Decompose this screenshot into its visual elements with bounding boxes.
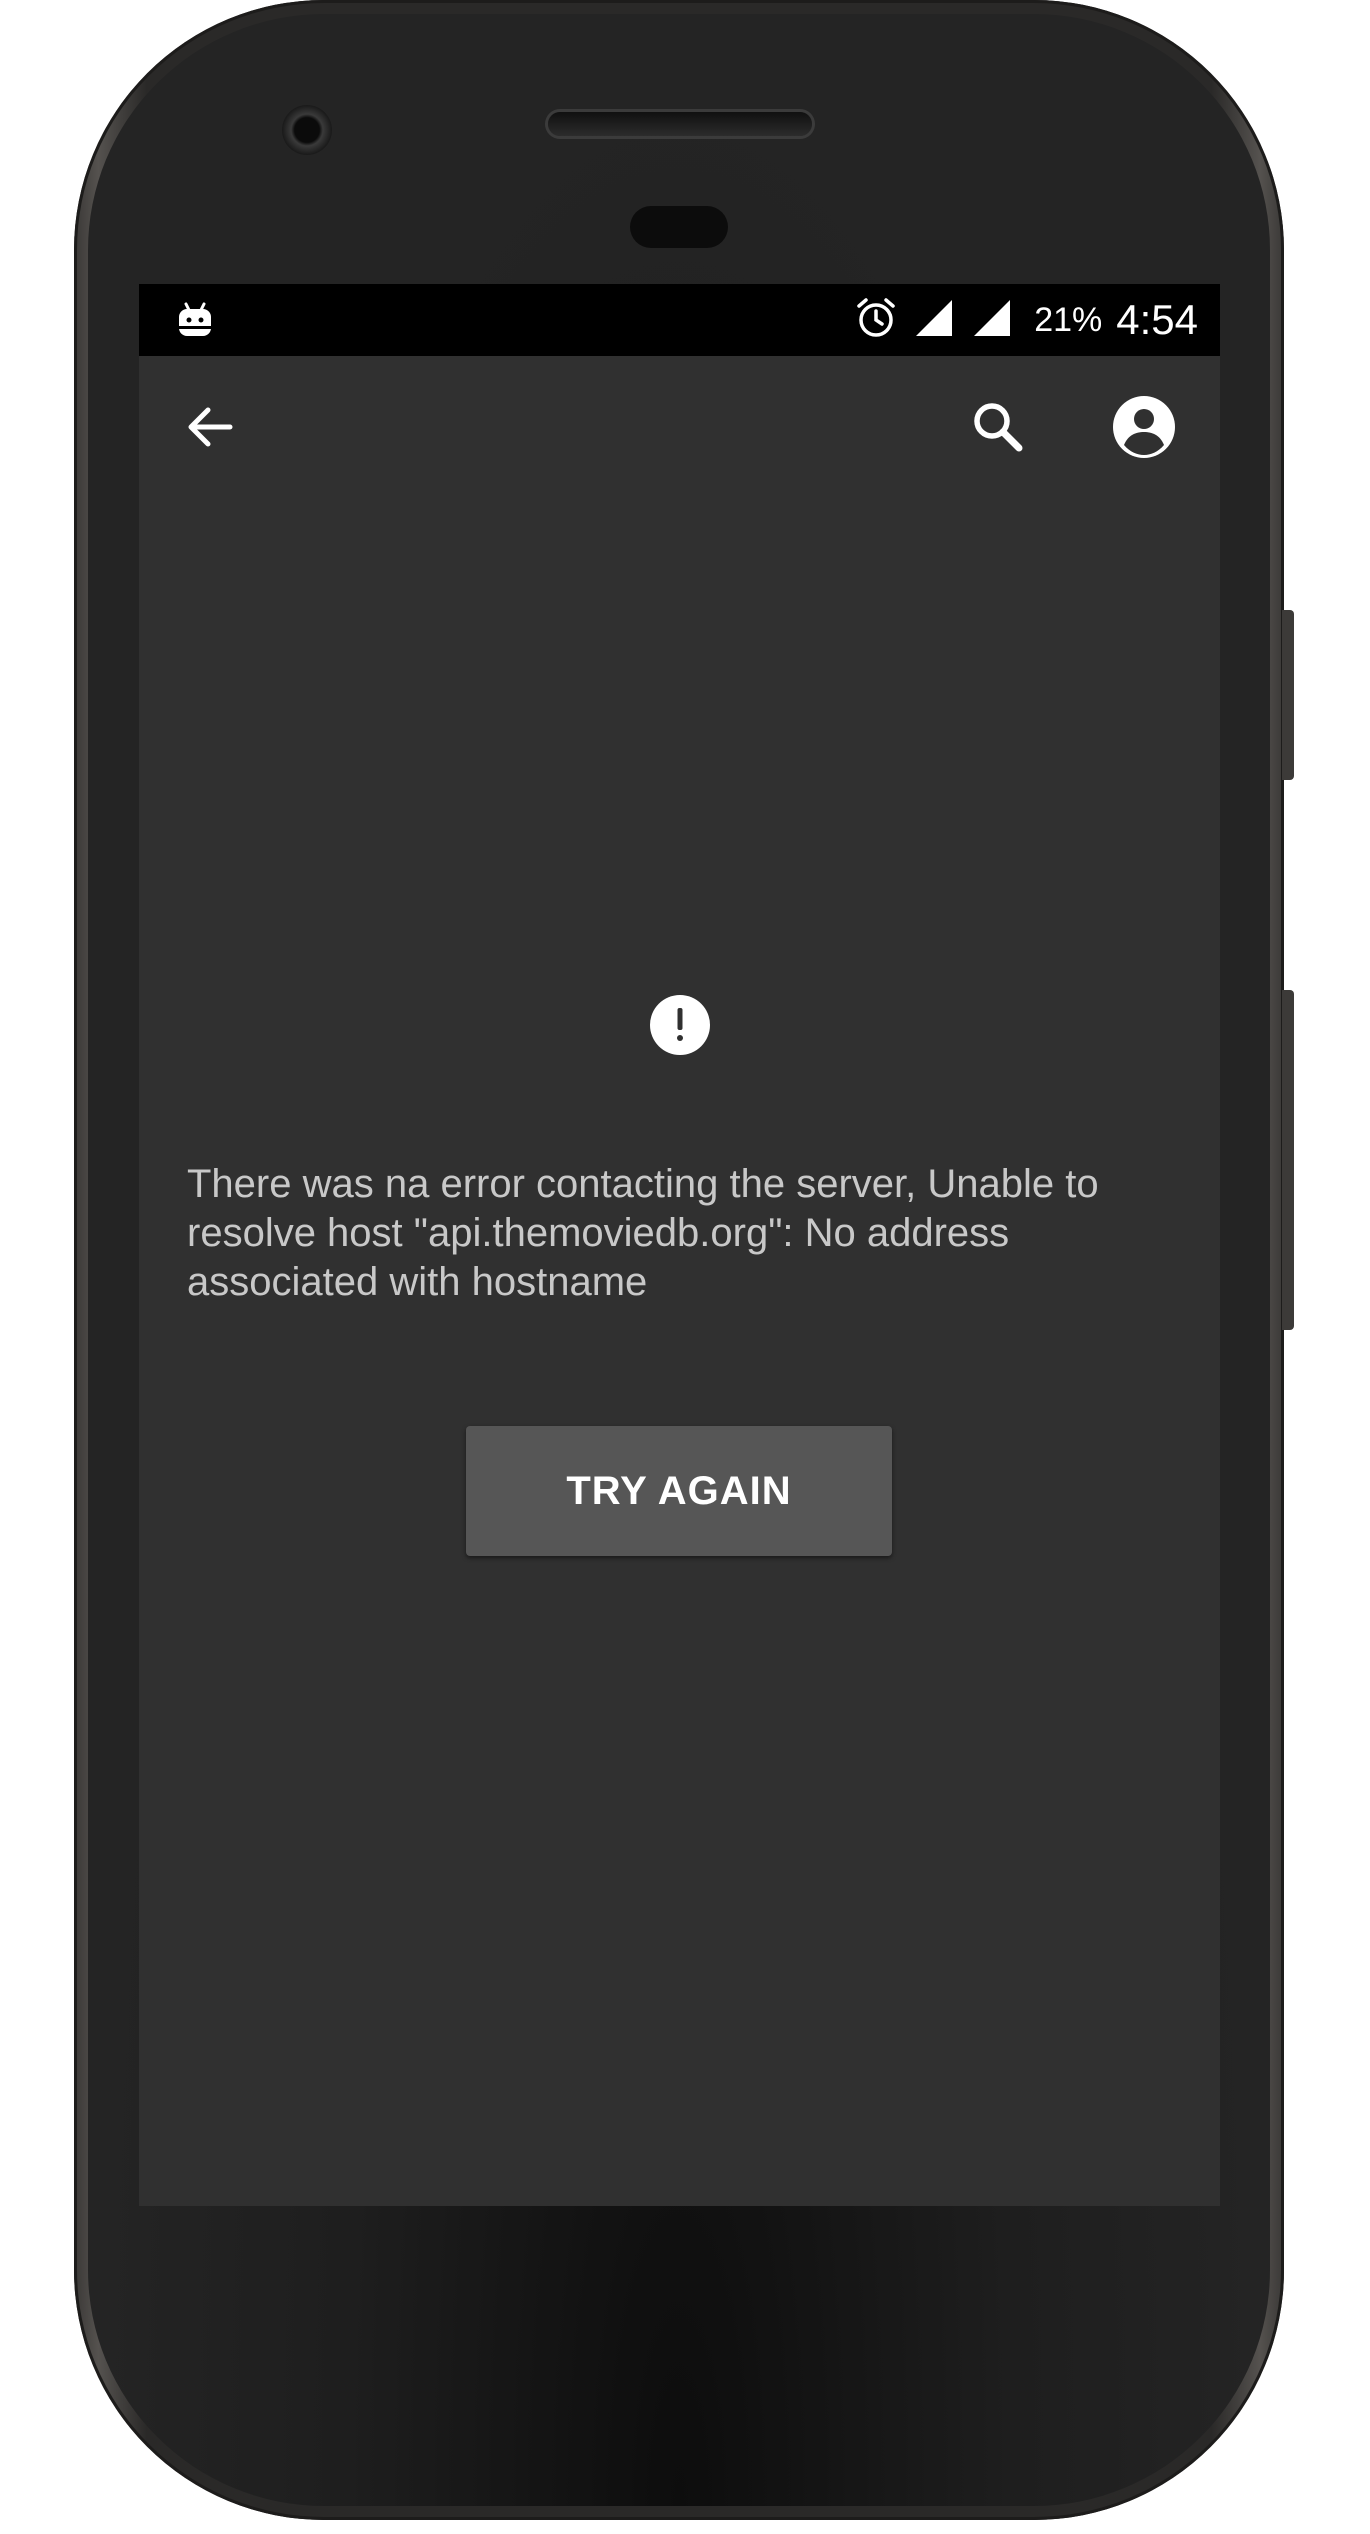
power-button: [1282, 990, 1294, 1330]
proximity-sensor: [630, 206, 728, 248]
app-toolbar: [139, 356, 1220, 506]
battery-level: 21%: [1034, 300, 1103, 339]
try-again-button[interactable]: TRY AGAIN: [466, 1426, 892, 1556]
alarm-clock-icon: [854, 296, 898, 345]
wifi-signal-icon: [912, 296, 956, 345]
status-bar: 21% 4:54: [139, 284, 1220, 356]
app-screen: 21% 4:54 There was na error contacting t…: [139, 284, 1220, 2206]
android-icon: [177, 302, 213, 338]
error-circle-icon: [649, 994, 711, 1056]
back-button[interactable]: [175, 394, 245, 464]
volume-button: [1282, 610, 1294, 780]
arrow-back-icon: [182, 399, 238, 460]
search-icon: [969, 398, 1027, 461]
earpiece-speaker: [548, 112, 812, 136]
error-message: There was na error contacting the server…: [187, 1162, 1099, 1304]
status-time: 4:54: [1116, 296, 1198, 343]
status-icons: 21% 4:54: [854, 284, 1198, 356]
account-circle-icon: [1112, 395, 1176, 464]
front-camera: [282, 105, 332, 155]
cell-signal-icon: [970, 296, 1014, 345]
account-button[interactable]: [1109, 394, 1179, 464]
search-button[interactable]: [963, 394, 1033, 464]
